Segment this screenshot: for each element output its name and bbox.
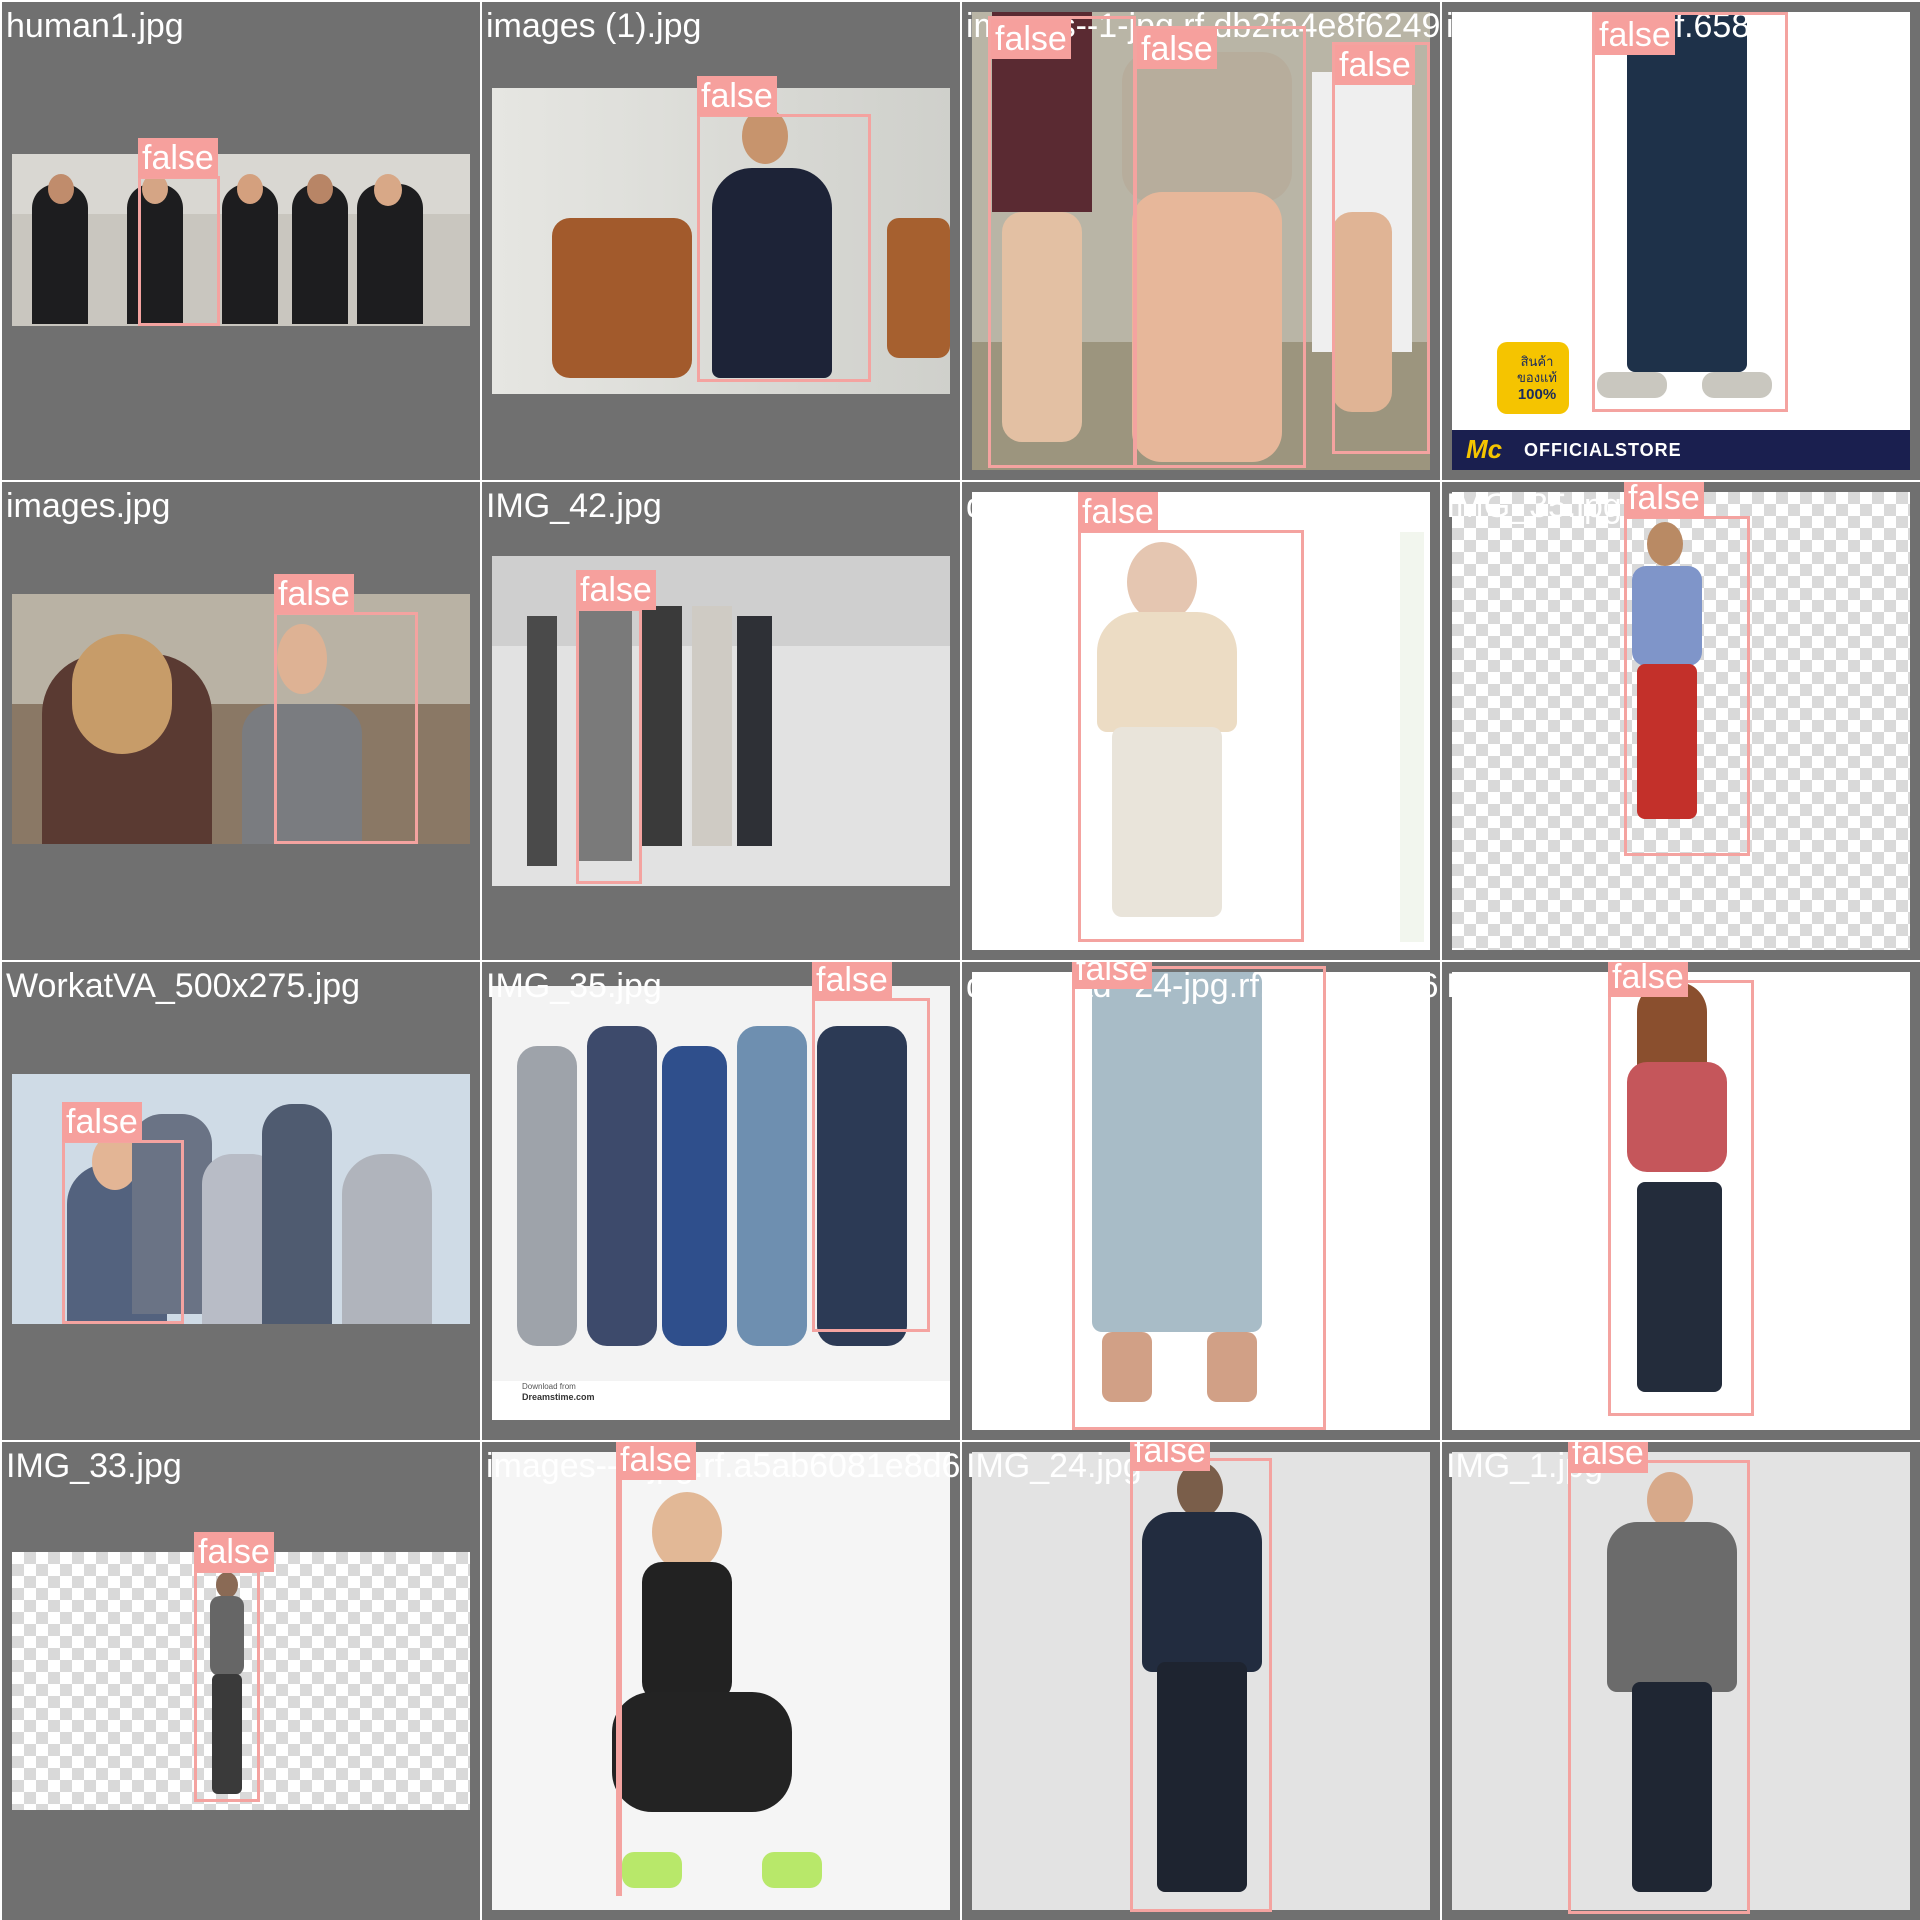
tile-filename: IMG_35.jpg bbox=[486, 967, 662, 1005]
tile-img35-red: IMG_35.jpg false bbox=[1442, 482, 1920, 960]
watermark-text: Download from bbox=[522, 1382, 576, 1391]
tile-images: images.jpg false bbox=[2, 482, 480, 960]
detection-label: false bbox=[1608, 962, 1688, 997]
tile-filename: IMG_24.jpg bbox=[966, 1447, 1142, 1485]
tile-filename: images.jpg bbox=[6, 487, 171, 525]
detection-label: false bbox=[1624, 482, 1704, 518]
tile-images-shorts: images--1-jpg.rf.db2fa4e8f624974 false f… bbox=[962, 2, 1440, 480]
tile-filename: IMG_35.jpg bbox=[1446, 487, 1622, 525]
detection-box: false bbox=[194, 1532, 274, 1802]
seal-text: ของแท้ bbox=[1517, 370, 1557, 385]
detection-label: false bbox=[697, 76, 777, 116]
tile-img36: IMG_36.jpg false bbox=[1442, 962, 1920, 1440]
detection-label: false bbox=[812, 962, 892, 1000]
photo-group-women bbox=[12, 154, 470, 326]
tile-img35-group: IMG_35.jpg Download from Dreamstime.com … bbox=[482, 962, 960, 1440]
detection-box: false bbox=[1592, 12, 1788, 412]
detection-box: false bbox=[988, 16, 1136, 468]
detection-label: false bbox=[1595, 15, 1675, 55]
photo-squat bbox=[492, 1452, 950, 1910]
detection-box: false bbox=[1130, 1442, 1272, 1912]
detection-label: false bbox=[1072, 962, 1152, 989]
tile-filename: IMG_36.jpg bbox=[1446, 967, 1622, 1005]
tile-download-mask: download-jpg.rf.81f678054e... false bbox=[962, 482, 1440, 960]
detection-label: false bbox=[1335, 45, 1415, 85]
detection-label: false bbox=[616, 1442, 696, 1480]
tile-images-squat: images--1-jpg.rf.a5ab6081e8d6349 false bbox=[482, 1442, 960, 1920]
tile-img1: IMG_1.jpg false bbox=[1442, 1442, 1920, 1920]
tile-filename: human1.jpg bbox=[6, 7, 184, 45]
tile-download-24: download--24-jpg.rf.012d8d876b2660 false bbox=[962, 962, 1440, 1440]
detection-label: false bbox=[1078, 492, 1158, 532]
tile-img24: IMG_24.jpg false bbox=[962, 1442, 1440, 1920]
detection-label: false bbox=[576, 570, 656, 610]
detection-box: false bbox=[576, 570, 656, 884]
detection-box: false bbox=[616, 1442, 696, 1896]
detection-box: false bbox=[1072, 962, 1326, 1430]
detection-box: false bbox=[62, 1102, 184, 1324]
detection-box: false bbox=[274, 574, 418, 844]
detection-label: false bbox=[194, 1532, 274, 1572]
detection-box: false bbox=[812, 962, 930, 1332]
seal-text: 100% bbox=[1517, 386, 1557, 403]
photo-huddle bbox=[492, 556, 950, 886]
tile-human1: human1.jpg false bbox=[2, 2, 480, 480]
mosaic-grid: human1.jpg false images (1).jpg false im… bbox=[0, 0, 1920, 1920]
brand-logo: Mc bbox=[1466, 434, 1503, 464]
detection-label: false bbox=[62, 1102, 142, 1142]
store-name: OFFICIALSTORE bbox=[1524, 440, 1682, 460]
detection-label: false bbox=[138, 138, 218, 178]
tile-filename: images--1-jpg.rf.a5ab6081e8d6349 bbox=[486, 1447, 960, 1485]
seal-text: สินค้า bbox=[1520, 354, 1554, 369]
detection-box: false bbox=[1332, 42, 1430, 454]
detection-box: false bbox=[1078, 492, 1304, 942]
tile-filename: IMG_42.jpg bbox=[486, 487, 662, 525]
tile-filename: WorkatVA_500x275.jpg bbox=[6, 967, 361, 1005]
detection-box: false bbox=[1624, 482, 1750, 856]
tile-img33: IMG_33.jpg false bbox=[2, 1442, 480, 1920]
detection-label: false bbox=[991, 19, 1071, 59]
detection-box: false bbox=[697, 76, 871, 382]
detection-box: false bbox=[138, 138, 220, 326]
tile-images-1: images (1).jpg false bbox=[482, 2, 960, 480]
tile-filename: images (1).jpg bbox=[486, 7, 702, 45]
tile-filename: download-jpg.rf.81f678054e... bbox=[966, 487, 1416, 525]
detection-label: false bbox=[1568, 1442, 1648, 1473]
detection-label: false bbox=[1137, 29, 1217, 69]
detection-box: false bbox=[1134, 26, 1306, 468]
tile-images-jeans: images--4-jpg.rf.6582c764 สินค้า ของแท้ … bbox=[1442, 2, 1920, 480]
tile-workatva: WorkatVA_500x275.jpg false bbox=[2, 962, 480, 1440]
tile-filename: IMG_33.jpg bbox=[6, 1447, 182, 1485]
detection-label: false bbox=[274, 574, 354, 614]
detection-box: false bbox=[1568, 1442, 1750, 1914]
detection-box: false bbox=[1608, 962, 1754, 1416]
tile-img42: IMG_42.jpg false bbox=[482, 482, 960, 960]
detection-label: false bbox=[1130, 1442, 1210, 1471]
watermark-text: Dreamstime.com bbox=[522, 1392, 595, 1402]
